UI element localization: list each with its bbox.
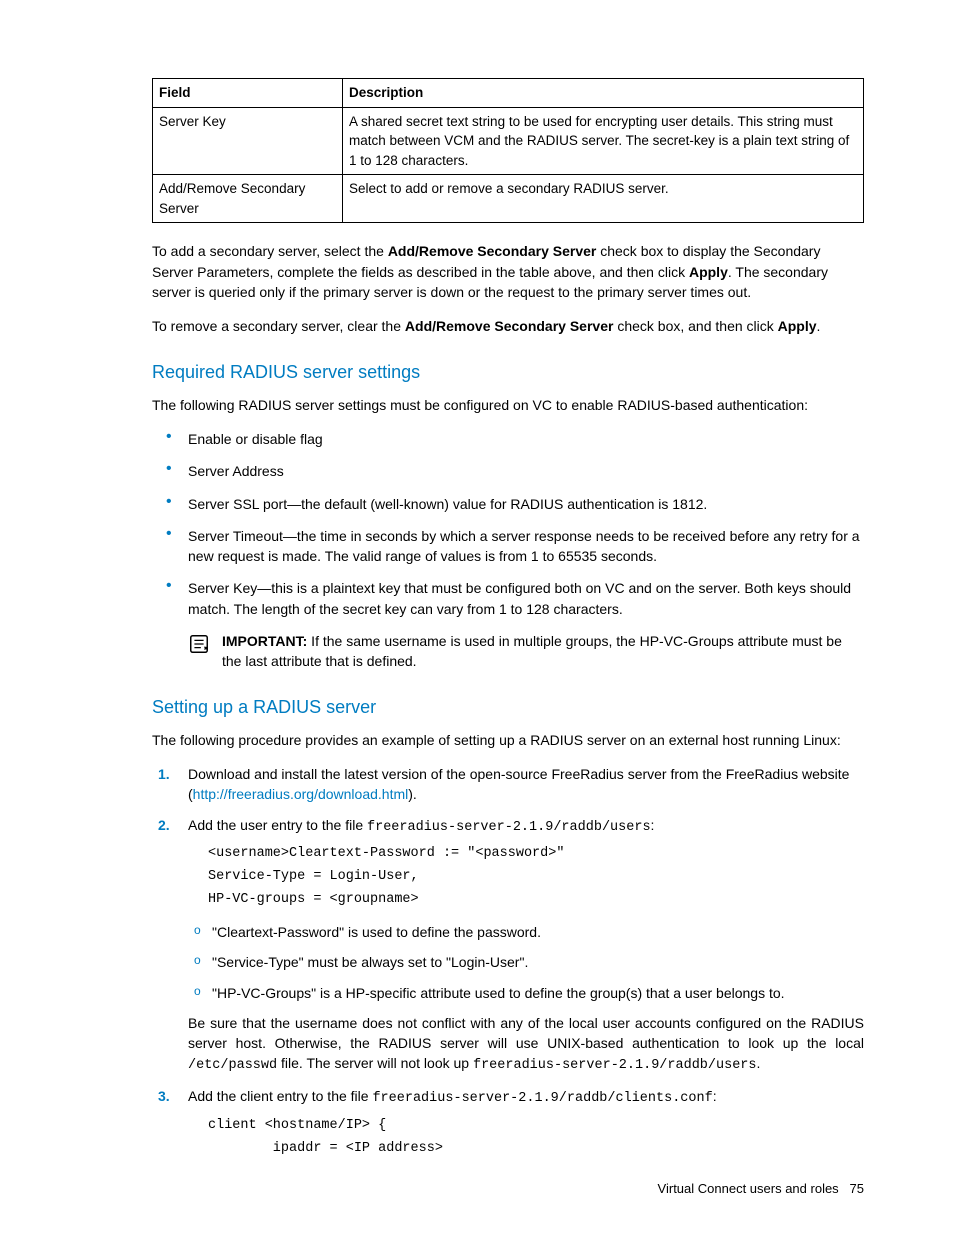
important-note: IMPORTANT: If the same username is used …	[188, 631, 864, 672]
text: ).	[408, 786, 417, 802]
paragraph-setup-intro: The following procedure provides an exam…	[152, 730, 864, 750]
th-field: Field	[153, 79, 343, 108]
fields-table: Field Description Server Key A shared se…	[152, 78, 864, 223]
paragraph-required-intro: The following RADIUS server settings mus…	[152, 395, 864, 415]
step-item: Download and install the latest version …	[152, 764, 864, 805]
text: Add the client entry to the file	[188, 1088, 372, 1104]
footer-title: Virtual Connect users and roles	[658, 1181, 839, 1196]
mono-text: freeradius-server-2.1.9/raddb/users	[367, 820, 651, 835]
important-text: IMPORTANT: If the same username is used …	[222, 631, 864, 672]
text: :	[713, 1088, 717, 1104]
important-icon	[188, 633, 210, 661]
bold-text: Add/Remove Secondary Server	[388, 243, 597, 259]
step-item: Add the client entry to the file freerad…	[152, 1086, 864, 1160]
text: Add the user entry to the file	[188, 817, 367, 833]
text: file. The server will not look up	[277, 1055, 473, 1071]
step2-note: Be sure that the username does not confl…	[188, 1013, 864, 1076]
setup-steps-list: Download and install the latest version …	[152, 764, 864, 1160]
page-footer: Virtual Connect users and roles 75	[658, 1180, 864, 1199]
cell-desc: Select to add or remove a secondary RADI…	[343, 175, 864, 223]
mono-text: freeradius-server-2.1.9/raddb/clients.co…	[372, 1091, 712, 1106]
cell-field: Server Key	[153, 107, 343, 175]
text: .	[817, 318, 821, 334]
text: To remove a secondary server, clear the	[152, 318, 405, 334]
step-item: Add the user entry to the file freeradiu…	[152, 815, 864, 1076]
cell-field: Add/Remove Secondary Server	[153, 175, 343, 223]
text: Be sure that the username does not confl…	[188, 1015, 864, 1051]
paragraph-remove-secondary: To remove a secondary server, clear the …	[152, 316, 864, 336]
bold-text: Add/Remove Secondary Server	[405, 318, 614, 334]
mono-text: freeradius-server-2.1.9/raddb/users	[473, 1058, 757, 1073]
step2-sublist: "Cleartext-Password" is used to define t…	[188, 922, 864, 1003]
mono-text: /etc/passwd	[188, 1058, 277, 1073]
code-block-clients: client <hostname/IP> { ipaddr = <IP addr…	[208, 1115, 864, 1161]
text: If the same username is used in multiple…	[222, 633, 842, 669]
list-item: Server SSL port—the default (well-known)…	[152, 494, 864, 514]
cell-desc: A shared secret text string to be used f…	[343, 107, 864, 175]
list-item: Enable or disable flag	[152, 429, 864, 449]
list-item: Server Timeout—the time in seconds by wh…	[152, 526, 864, 567]
important-label: IMPORTANT:	[222, 633, 307, 649]
freeradius-link[interactable]: http://freeradius.org/download.html	[193, 786, 409, 802]
table-row: Server Key A shared secret text string t…	[153, 107, 864, 175]
list-item: Server Key—this is a plaintext key that …	[152, 578, 864, 619]
document-page: Field Description Server Key A shared se…	[0, 0, 954, 1235]
bold-text: Apply	[689, 264, 728, 280]
code-block-users: <username>Cleartext-Password := "<passwo…	[208, 843, 864, 912]
text: :	[651, 817, 655, 833]
heading-required-radius: Required RADIUS server settings	[152, 359, 864, 385]
footer-page-number: 75	[850, 1181, 864, 1196]
paragraph-add-secondary: To add a secondary server, select the Ad…	[152, 241, 864, 302]
table-row: Add/Remove Secondary Server Select to ad…	[153, 175, 864, 223]
heading-setting-up-radius: Setting up a RADIUS server	[152, 694, 864, 720]
list-item: Server Address	[152, 461, 864, 481]
bold-text: Apply	[778, 318, 817, 334]
table-header-row: Field Description	[153, 79, 864, 108]
sublist-item: "Cleartext-Password" is used to define t…	[188, 922, 864, 942]
text: To add a secondary server, select the	[152, 243, 388, 259]
text: check box, and then click	[613, 318, 777, 334]
th-desc: Description	[343, 79, 864, 108]
sublist-item: "HP-VC-Groups" is a HP-specific attribut…	[188, 983, 864, 1003]
required-settings-list: Enable or disable flag Server Address Se…	[152, 429, 864, 619]
sublist-item: "Service-Type" must be always set to "Lo…	[188, 952, 864, 972]
text: .	[757, 1055, 761, 1071]
